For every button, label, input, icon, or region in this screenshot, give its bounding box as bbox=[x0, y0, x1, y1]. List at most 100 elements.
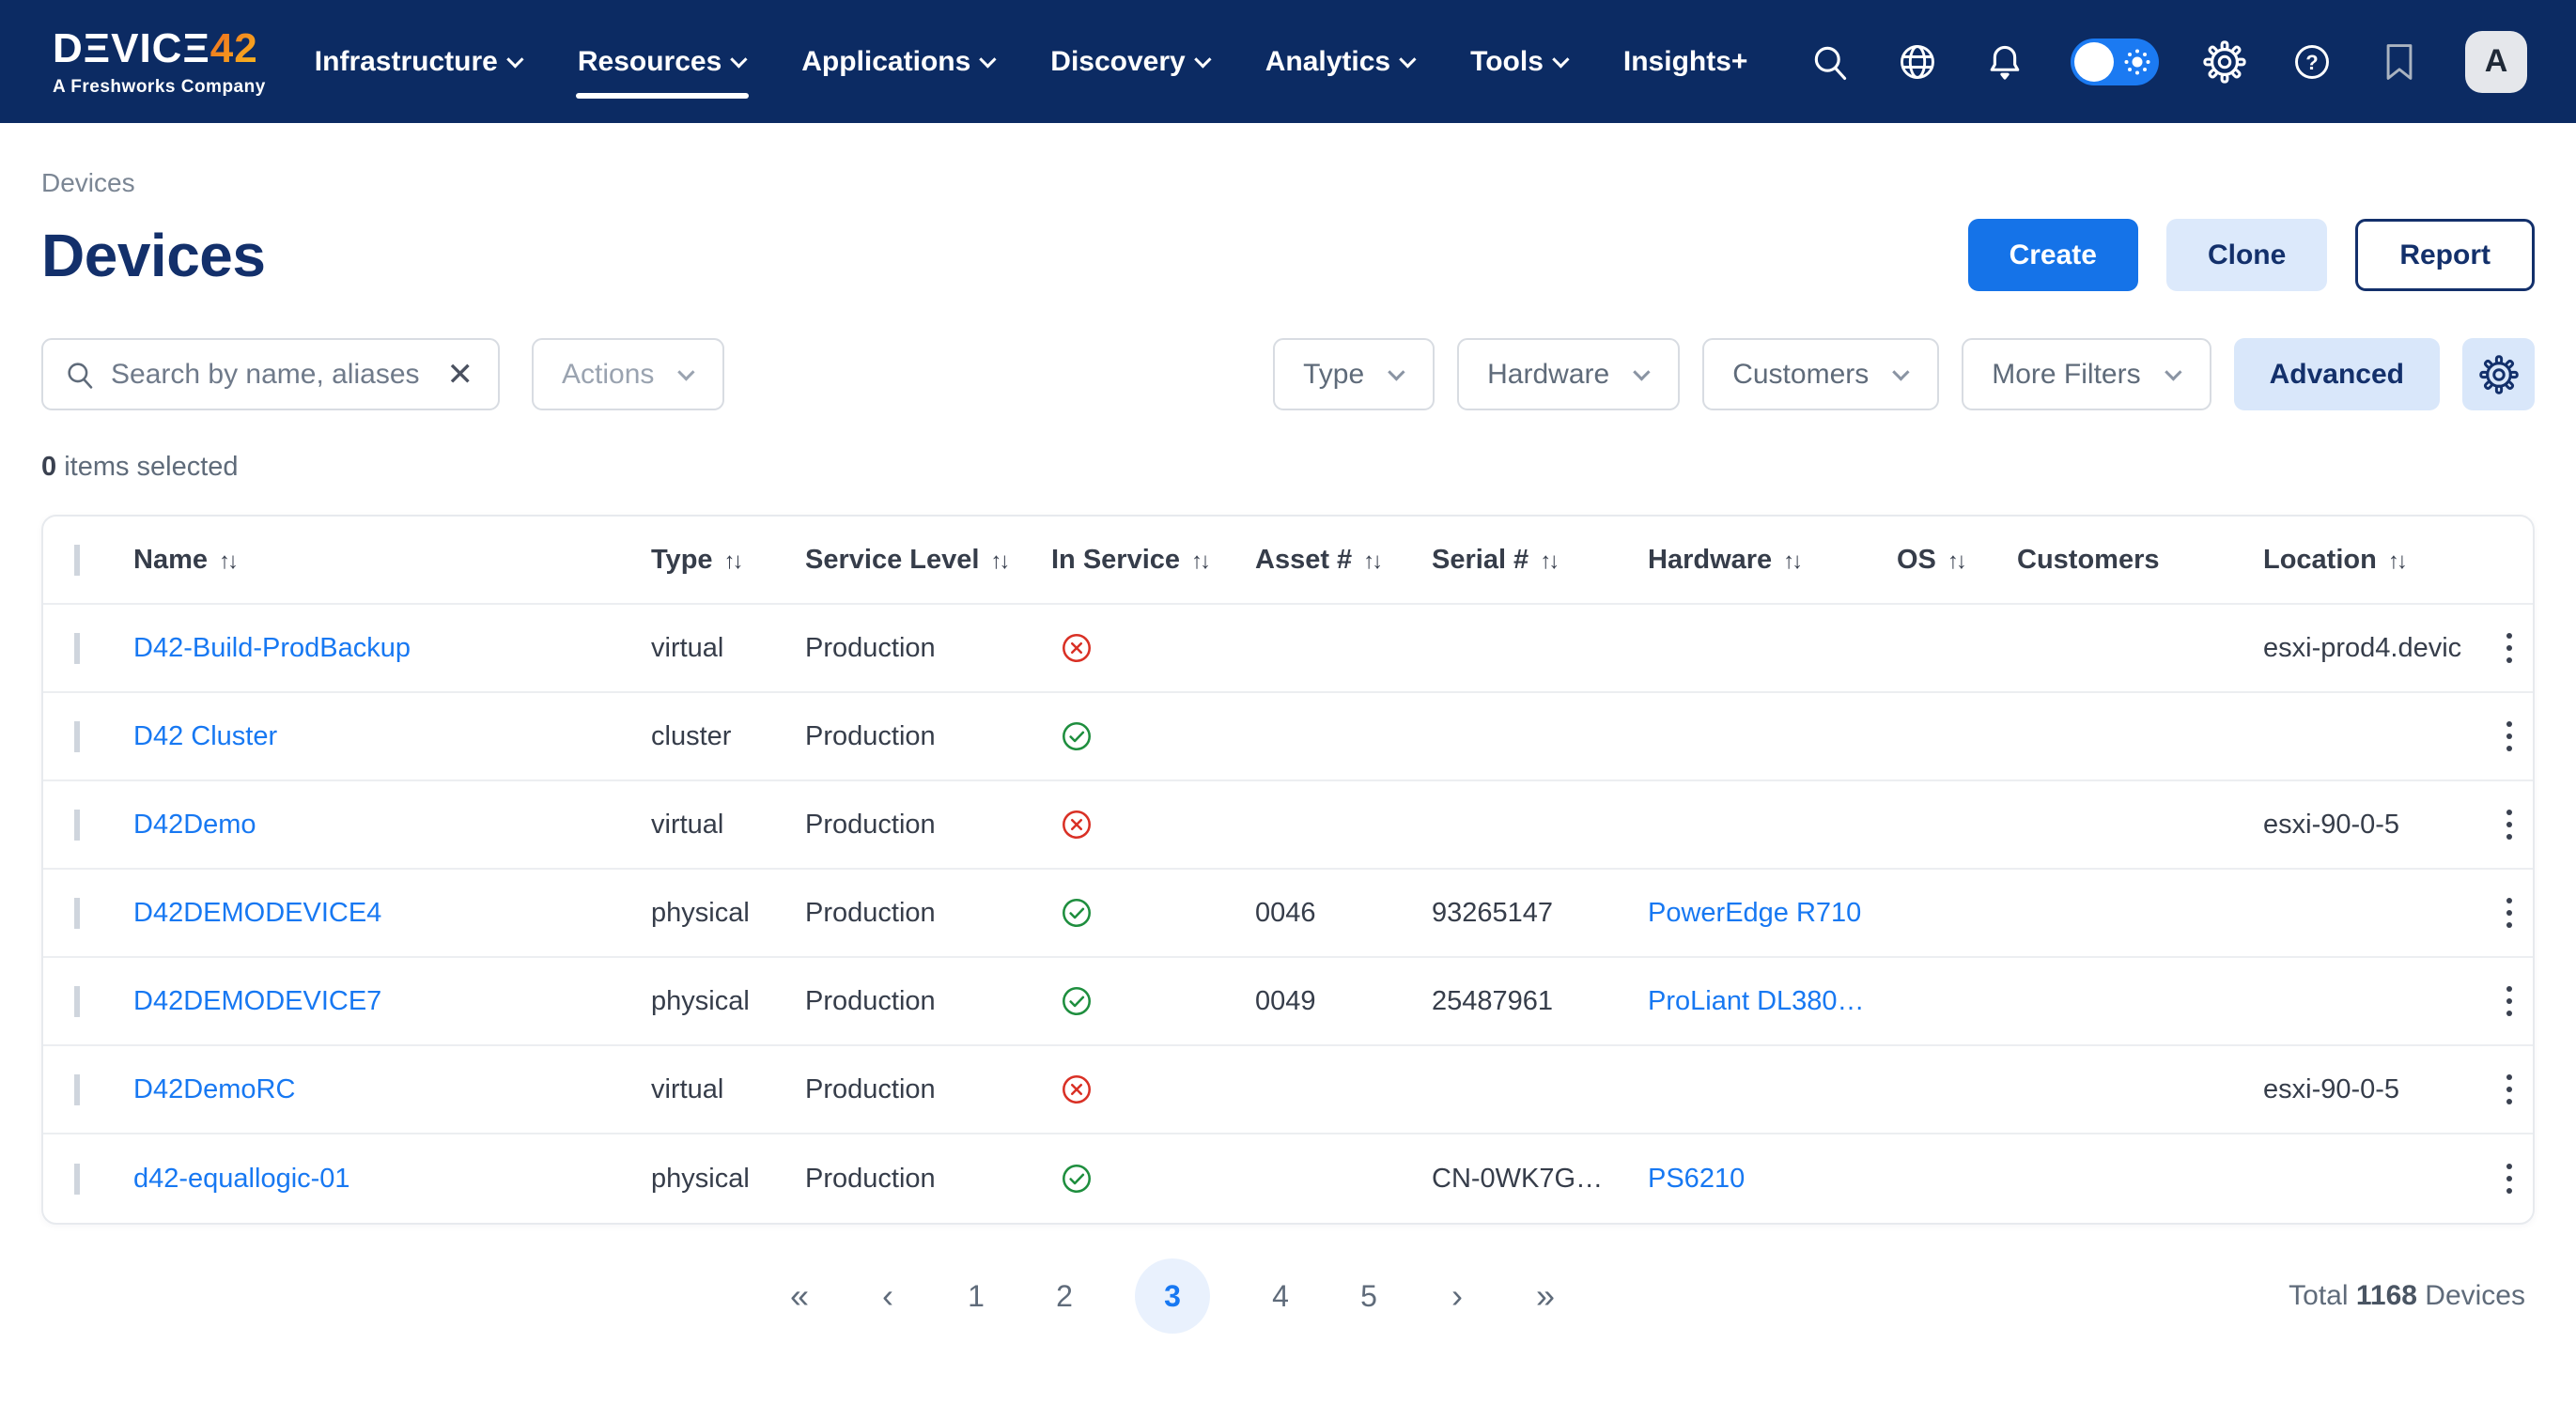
row-checkbox[interactable] bbox=[74, 721, 80, 752]
hardware-link[interactable]: ProLiant DL380… bbox=[1648, 986, 1865, 1016]
search-box[interactable]: ✕ bbox=[41, 338, 500, 410]
total-count: Total 1168 Devices bbox=[2289, 1280, 2525, 1312]
clone-button[interactable]: Clone bbox=[2166, 219, 2327, 291]
globe-icon[interactable] bbox=[1896, 40, 1939, 84]
device-name-link[interactable]: d42-equallogic-01 bbox=[133, 1164, 350, 1194]
chevron-down-icon bbox=[730, 51, 747, 68]
pagination-page-4[interactable]: 4 bbox=[1263, 1281, 1298, 1311]
nav-item-resources[interactable]: Resources bbox=[578, 37, 747, 87]
device-name-link[interactable]: D42 Cluster bbox=[133, 721, 277, 751]
device-type: virtual bbox=[651, 1074, 805, 1105]
row-actions-kebab-icon[interactable] bbox=[2494, 622, 2530, 674]
row-actions-kebab-icon[interactable] bbox=[2494, 1152, 2530, 1205]
filter-more-filters[interactable]: More Filters bbox=[1962, 338, 2211, 410]
column-header-name[interactable]: Name↑↓ bbox=[133, 545, 651, 576]
device-name-link[interactable]: D42Demo bbox=[133, 810, 256, 840]
column-header-os[interactable]: OS↑↓ bbox=[1897, 545, 2017, 576]
in-service-no-icon bbox=[1059, 807, 1094, 842]
pagination-page-1[interactable]: 1 bbox=[958, 1281, 994, 1311]
search-input[interactable] bbox=[111, 359, 428, 391]
device-name-link[interactable]: D42-Build-ProdBackup bbox=[133, 633, 411, 663]
row-checkbox[interactable] bbox=[74, 633, 80, 664]
search-icon[interactable] bbox=[1808, 40, 1852, 84]
pagination-next[interactable]: › bbox=[1439, 1279, 1475, 1313]
nav-item-analytics[interactable]: Analytics bbox=[1265, 37, 1416, 87]
pagination-page-2[interactable]: 2 bbox=[1047, 1281, 1082, 1311]
column-header-asset[interactable]: Asset #↑↓ bbox=[1255, 545, 1432, 576]
help-icon[interactable]: ? bbox=[2290, 40, 2334, 84]
select-all-checkbox[interactable] bbox=[74, 545, 80, 576]
pagination-last[interactable]: » bbox=[1528, 1279, 1563, 1313]
filter-hardware[interactable]: Hardware bbox=[1457, 338, 1680, 410]
row-checkbox[interactable] bbox=[74, 810, 80, 841]
row-actions-kebab-icon[interactable] bbox=[2494, 887, 2530, 939]
row-actions-kebab-icon[interactable] bbox=[2494, 975, 2530, 1027]
row-actions-kebab-icon[interactable] bbox=[2494, 798, 2530, 851]
pagination-page-3-active[interactable]: 3 bbox=[1135, 1258, 1210, 1334]
theme-toggle[interactable] bbox=[2071, 39, 2159, 85]
column-header-in-service[interactable]: In Service↑↓ bbox=[1051, 545, 1255, 576]
pagination-first[interactable]: « bbox=[782, 1279, 817, 1313]
column-header-hardware[interactable]: Hardware↑↓ bbox=[1648, 545, 1897, 576]
row-checkbox[interactable] bbox=[74, 1074, 80, 1105]
chevron-down-icon bbox=[979, 51, 996, 68]
column-header-service-level[interactable]: Service Level↑↓ bbox=[805, 545, 1051, 576]
nav-item-infrastructure[interactable]: Infrastructure bbox=[315, 37, 523, 87]
nav-item-insights[interactable]: Insights+ bbox=[1623, 37, 1748, 87]
device-name-link[interactable]: D42DEMODEVICE7 bbox=[133, 986, 381, 1016]
nav-item-discovery[interactable]: Discovery bbox=[1050, 37, 1210, 87]
location-value: esxi-90-0-5 bbox=[2263, 810, 2494, 841]
serial-number: 25487961 bbox=[1432, 986, 1648, 1017]
sort-icon: ↑↓ bbox=[1191, 548, 1208, 574]
row-actions-kebab-icon[interactable] bbox=[2494, 1063, 2530, 1116]
table-row: D42 Cluster cluster Production bbox=[43, 693, 2533, 781]
pagination-prev[interactable]: ‹ bbox=[870, 1279, 906, 1313]
clear-search-icon[interactable]: ✕ bbox=[443, 359, 478, 391]
sort-icon: ↑↓ bbox=[2388, 548, 2405, 574]
pagination-page-5[interactable]: 5 bbox=[1351, 1281, 1387, 1311]
table-row: D42DemoRC virtual Production esxi-90-0-5 bbox=[43, 1046, 2533, 1134]
logo-tagline: A Freshworks Company bbox=[53, 78, 266, 96]
service-level: Production bbox=[805, 810, 1051, 841]
nav-item-tools[interactable]: Tools bbox=[1470, 37, 1569, 87]
device-name-link[interactable]: D42DEMODEVICE4 bbox=[133, 898, 381, 928]
row-actions-kebab-icon[interactable] bbox=[2494, 710, 2530, 763]
report-button[interactable]: Report bbox=[2355, 219, 2535, 291]
bookmark-icon[interactable] bbox=[2378, 40, 2421, 84]
table-body: D42-Build-ProdBackup virtual Production … bbox=[43, 605, 2533, 1223]
settings-gear-icon[interactable] bbox=[2203, 40, 2246, 84]
nav-item-applications[interactable]: Applications bbox=[801, 37, 996, 87]
sort-icon: ↑↓ bbox=[990, 548, 1007, 574]
column-header-customers[interactable]: Customers bbox=[2017, 545, 2263, 576]
table-row: D42DEMODEVICE7 physical Production 0049 … bbox=[43, 958, 2533, 1046]
hardware-link[interactable]: PowerEdge R710 bbox=[1648, 898, 1861, 928]
logo-accent: 42 bbox=[210, 25, 258, 71]
table-settings-gear-icon[interactable] bbox=[2462, 338, 2535, 410]
chevron-down-icon bbox=[506, 51, 523, 68]
top-navbar: DΞVICΞ42 A Freshworks Company Infrastruc… bbox=[0, 0, 2576, 123]
row-checkbox[interactable] bbox=[74, 1164, 80, 1195]
hardware-link[interactable]: PS6210 bbox=[1648, 1164, 1745, 1194]
actions-dropdown[interactable]: Actions bbox=[532, 338, 724, 410]
navbar-icons: ? A bbox=[1808, 31, 2527, 93]
filter-type[interactable]: Type bbox=[1273, 338, 1435, 410]
notifications-bell-icon[interactable] bbox=[1983, 40, 2026, 84]
sort-icon: ↑↓ bbox=[1363, 548, 1380, 574]
device-type: physical bbox=[651, 898, 805, 929]
location-value: esxi-90-0-5 bbox=[2263, 1074, 2494, 1105]
advanced-filters-button[interactable]: Advanced bbox=[2234, 338, 2440, 410]
logo-text: DΞVICΞ bbox=[53, 25, 210, 71]
device-name-link[interactable]: D42DemoRC bbox=[133, 1074, 295, 1104]
user-avatar[interactable]: A bbox=[2465, 31, 2527, 93]
breadcrumb[interactable]: Devices bbox=[41, 168, 135, 198]
row-checkbox[interactable] bbox=[74, 986, 80, 1017]
column-header-type[interactable]: Type↑↓ bbox=[651, 545, 805, 576]
row-checkbox[interactable] bbox=[74, 898, 80, 929]
column-header-location[interactable]: Location↑↓ bbox=[2263, 545, 2494, 576]
column-header-serial[interactable]: Serial #↑↓ bbox=[1432, 545, 1648, 576]
create-button[interactable]: Create bbox=[1968, 219, 2138, 291]
filter-customers[interactable]: Customers bbox=[1702, 338, 1939, 410]
table-row: D42Demo virtual Production esxi-90-0-5 bbox=[43, 781, 2533, 870]
device42-logo[interactable]: DΞVICΞ42 A Freshworks Company bbox=[53, 28, 266, 96]
in-service-status bbox=[1051, 718, 1255, 754]
